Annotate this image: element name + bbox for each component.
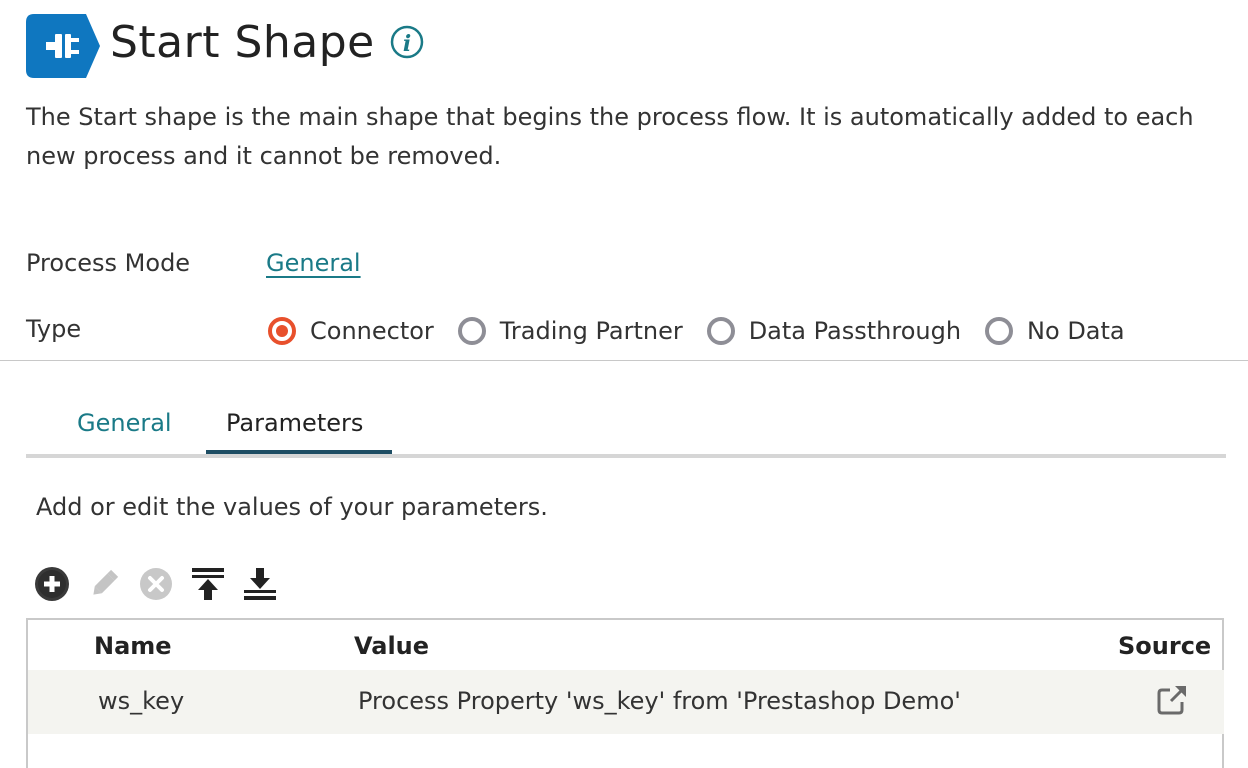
radio-label: Trading Partner bbox=[499, 317, 683, 345]
add-icon[interactable] bbox=[34, 566, 70, 602]
column-header-source: Source bbox=[1118, 632, 1212, 660]
type-radio-trading-partner[interactable]: Trading Partner bbox=[457, 317, 683, 345]
radio-unselected-icon bbox=[985, 317, 1014, 345]
radio-label: Connector bbox=[310, 317, 434, 345]
radio-unselected-icon bbox=[706, 317, 735, 345]
shape-description: The Start shape is the main shape that b… bbox=[26, 103, 1194, 170]
info-icon[interactable]: i bbox=[390, 25, 424, 59]
table-row[interactable]: ws_key Process Property 'ws_key' from 'P… bbox=[28, 670, 1224, 734]
move-to-bottom-icon[interactable] bbox=[242, 566, 278, 602]
radio-label: No Data bbox=[1027, 317, 1125, 345]
type-radio-connector[interactable]: Connector bbox=[268, 317, 434, 345]
row-value-cell: Process Property 'ws_key' from 'Prestash… bbox=[358, 687, 961, 715]
remove-icon[interactable] bbox=[138, 566, 174, 602]
process-mode-label: Process Mode bbox=[26, 249, 191, 277]
external-link-icon[interactable] bbox=[1156, 684, 1188, 716]
type-radio-data-passthrough[interactable]: Data Passthrough bbox=[706, 317, 962, 345]
tab-general[interactable]: General bbox=[77, 404, 172, 442]
svg-text:i: i bbox=[403, 31, 411, 57]
radio-selected-icon bbox=[268, 317, 296, 345]
type-label: Type bbox=[26, 315, 82, 343]
start-shape-plug-icon bbox=[26, 14, 100, 78]
edit-icon[interactable] bbox=[86, 566, 122, 602]
tab-parameters[interactable]: Parameters bbox=[226, 404, 363, 442]
section-divider bbox=[0, 360, 1248, 361]
tab-bar: General Parameters bbox=[26, 400, 1226, 458]
process-mode-link[interactable]: General bbox=[266, 248, 361, 278]
tab-bar-line bbox=[26, 454, 1226, 458]
column-header-name: Name bbox=[94, 632, 172, 660]
parameters-table: Name Value Source ws_key Process Propert… bbox=[26, 618, 1224, 768]
type-radio-no-data[interactable]: No Data bbox=[985, 317, 1125, 345]
column-header-value: Value bbox=[354, 632, 430, 660]
type-radio-group: Connector Trading Partner Data Passthrou… bbox=[268, 314, 1149, 348]
page-title: Start Shape bbox=[110, 17, 375, 68]
active-tab-indicator bbox=[206, 450, 392, 454]
move-to-top-icon[interactable] bbox=[190, 566, 226, 602]
parameters-helper-text: Add or edit the values of your parameter… bbox=[36, 493, 548, 521]
radio-unselected-icon bbox=[457, 317, 486, 345]
row-name-cell: ws_key bbox=[98, 687, 185, 715]
radio-label: Data Passthrough bbox=[748, 317, 962, 345]
